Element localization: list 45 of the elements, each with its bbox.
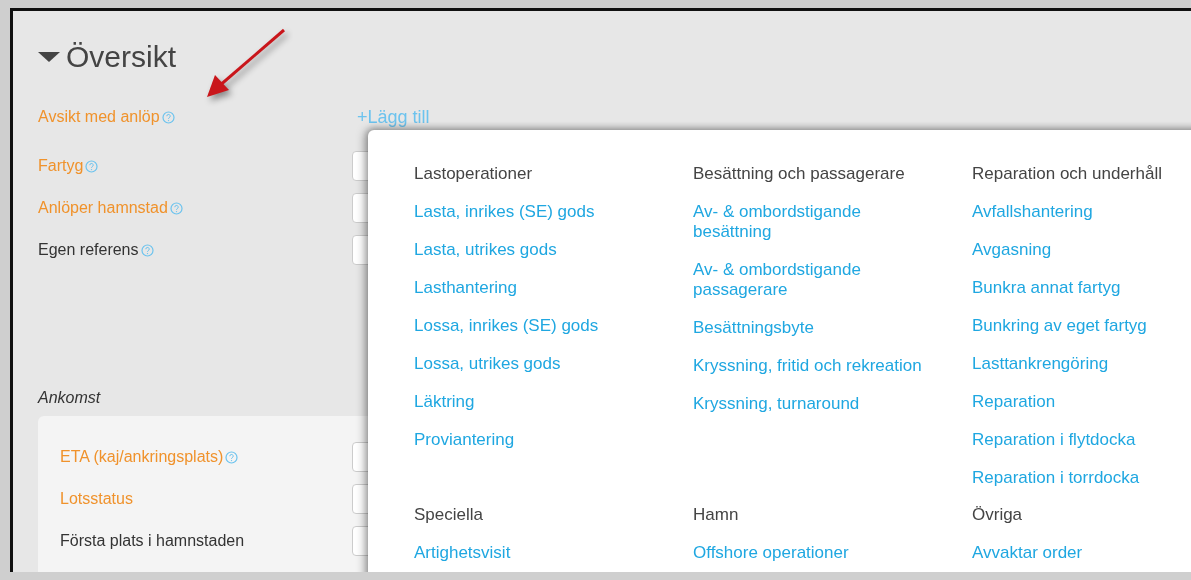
group-heading: Besättning och passagerare (693, 164, 906, 184)
help-icon[interactable] (85, 159, 99, 173)
menu-item[interactable]: Kryssning, fritid och rekreation (693, 356, 933, 376)
group-heading: Hamn (693, 505, 740, 525)
field-label: Första plats i hamnstaden (60, 532, 245, 550)
group-heading: Övriga (972, 505, 1024, 525)
menu-item[interactable]: Bunkring av eget fartyg (972, 316, 1191, 336)
menu-item[interactable]: Avgasning (972, 240, 1191, 260)
group-heading: Lastoperationer (414, 164, 534, 184)
group-heading: Reparation och underhåll (972, 164, 1163, 184)
menu-item[interactable]: Lasthantering (414, 278, 654, 298)
menu-item[interactable]: Reparation (972, 392, 1191, 412)
menu-item[interactable]: Proviantering (414, 430, 654, 450)
help-icon[interactable] (140, 243, 154, 257)
menu-item[interactable]: Lossa, inrikes (SE) gods (414, 316, 654, 336)
menu-item[interactable]: Läktring (414, 392, 654, 412)
menu-item[interactable]: Kryssning, turnaround (693, 394, 933, 414)
field-label: Lotsstatus (60, 490, 133, 508)
help-icon[interactable] (225, 450, 239, 464)
subsection-title: Ankomst (38, 389, 101, 407)
menu-item[interactable]: Av- & ombordstigande passagerare (693, 260, 933, 300)
field-label: Fartyg (38, 157, 84, 175)
menu-item[interactable]: Lasta, inrikes (SE) gods (414, 202, 654, 222)
menu-item[interactable]: Besättningsbyte (693, 318, 933, 338)
menu-item[interactable]: Avfallshantering (972, 202, 1191, 222)
caret-icon[interactable] (38, 52, 60, 62)
field-label: Avsikt med anlöp (38, 108, 160, 126)
menu-item[interactable]: Artighetsvisit (414, 543, 654, 563)
field-label: ETA (kaj/ankringsplats) (60, 448, 224, 466)
menu-item[interactable]: Lasta, utrikes gods (414, 240, 654, 260)
menu-item[interactable]: Avvaktar order (972, 543, 1191, 563)
add-link[interactable]: +Lägg till (357, 106, 430, 128)
help-icon[interactable] (161, 110, 175, 124)
menu-item[interactable]: Bunkra annat fartyg (972, 278, 1191, 298)
menu-item[interactable]: Reparation i flytdocka (972, 430, 1191, 450)
group-heading: Speciella (414, 505, 484, 525)
menu-item[interactable]: Reparation i torrdocka (972, 468, 1191, 488)
menu-item[interactable]: Av- & ombordstigande besättning (693, 202, 933, 242)
menu-item[interactable]: Offshore operationer (693, 543, 933, 563)
field-label: Egen referens (38, 241, 139, 259)
help-icon[interactable] (169, 201, 183, 215)
section-title: Översikt (66, 40, 176, 74)
field-label: Anlöper hamnstad (38, 199, 168, 217)
menu-item[interactable]: Lossa, utrikes gods (414, 354, 654, 374)
menu-item[interactable]: Lasttankrengöring (972, 354, 1191, 374)
